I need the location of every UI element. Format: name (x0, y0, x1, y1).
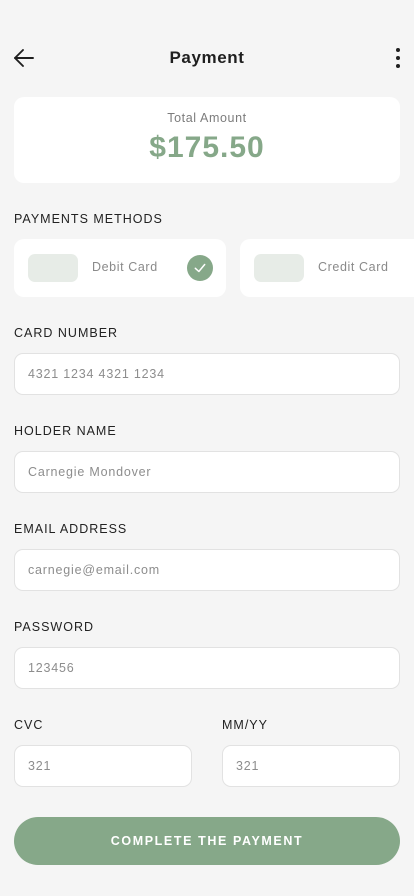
email-input[interactable] (14, 549, 400, 591)
method-credit-card[interactable]: Credit Card (240, 239, 414, 297)
payment-methods-label: PAYMENTS METHODS (14, 212, 163, 226)
method-debit-card[interactable]: Debit Card (14, 239, 226, 297)
card-number-input[interactable] (14, 353, 400, 395)
header: Payment (0, 38, 414, 78)
expiry-label: MM/YY (222, 718, 268, 732)
holder-name-input[interactable] (14, 451, 400, 493)
cvc-label: CVC (14, 718, 44, 732)
password-input[interactable] (14, 647, 400, 689)
method-label: Credit Card (318, 260, 389, 274)
total-label: Total Amount (167, 111, 247, 125)
total-amount-card: Total Amount $175.50 (14, 97, 400, 183)
method-label: Debit Card (92, 260, 158, 274)
complete-payment-button[interactable]: COMPLETE THE PAYMENT (14, 817, 400, 865)
more-options-button[interactable] (386, 42, 410, 74)
card-chip-icon (254, 254, 304, 282)
total-amount: $175.50 (149, 131, 265, 164)
payment-screen: Payment Total Amount $175.50 PAYMENTS ME… (0, 0, 414, 896)
card-number-label: CARD NUMBER (14, 326, 119, 340)
page-title: Payment (169, 48, 245, 67)
holder-name-label: HOLDER NAME (14, 424, 117, 438)
more-dot (396, 56, 400, 60)
password-label: PASSWORD (14, 620, 94, 634)
expiry-input[interactable] (222, 745, 400, 787)
email-label: EMAIL ADDRESS (14, 522, 128, 536)
more-dot (396, 64, 400, 68)
card-chip-icon (28, 254, 78, 282)
cvc-input[interactable] (14, 745, 192, 787)
check-icon (187, 255, 213, 281)
more-vertical-icon (396, 48, 400, 52)
